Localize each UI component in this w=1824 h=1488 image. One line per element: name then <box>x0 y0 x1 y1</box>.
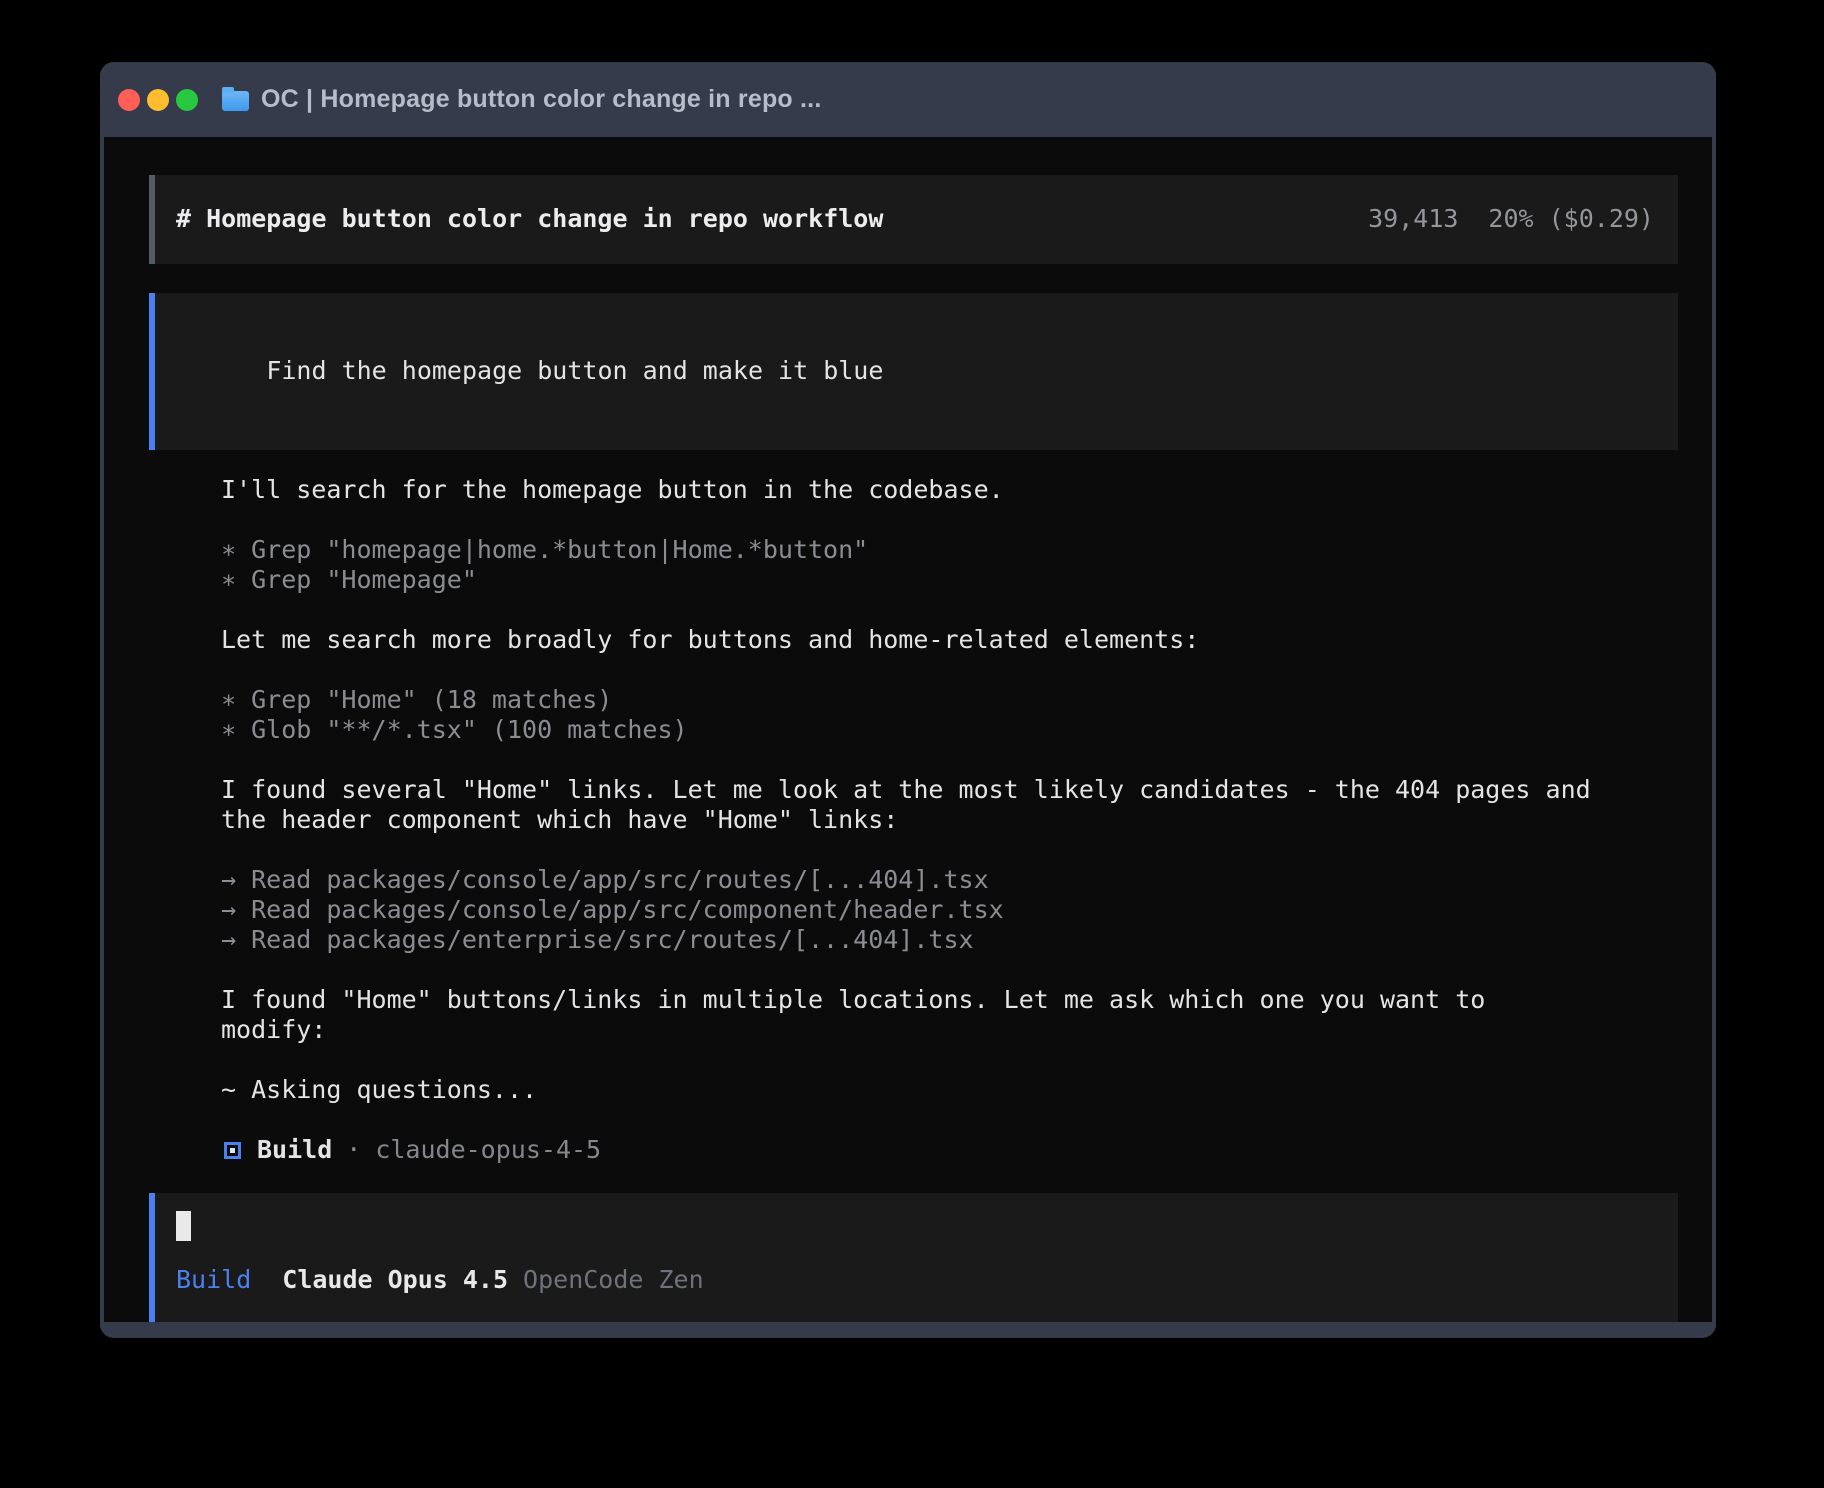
composer-provider: OpenCode Zen <box>523 1265 704 1295</box>
minimize-button[interactable] <box>147 89 169 111</box>
agent-name: Build <box>257 1135 332 1165</box>
conversation-line <box>221 595 1600 625</box>
conversation-line: I'll search for the homepage button in t… <box>221 475 1600 505</box>
conversation-line <box>221 655 1600 685</box>
desktop: { "window": { "title": "OC | Homepage bu… <box>0 0 1824 1488</box>
conversation-line <box>221 505 1600 535</box>
agent-model: claude-opus-4-5 <box>375 1135 601 1165</box>
titlebar-title-group: OC | Homepage button color change in rep… <box>222 85 821 114</box>
terminal-content: # Homepage button color change in repo w… <box>104 137 1712 1322</box>
terminal-window: OC | Homepage button color change in rep… <box>100 62 1716 1338</box>
composer-mode: Build <box>176 1265 251 1295</box>
agent-status-row: Build · claude-opus-4-5 <box>221 1135 1712 1165</box>
agent-separator: · <box>346 1135 361 1165</box>
conversation-line: ∗ Glob "**/*.tsx" (100 matches) <box>221 715 1600 745</box>
conversation-line: I found "Home" buttons/links in multiple… <box>221 985 1600 1045</box>
token-count: 39,413 <box>1368 204 1458 233</box>
agent-icon <box>224 1142 241 1159</box>
text-cursor <box>176 1211 191 1241</box>
user-message-text: Find the homepage button and make it blu… <box>266 356 883 385</box>
conversation-line: ∗ Grep "Home" (18 matches) <box>221 685 1600 715</box>
context-usage: 20% ($0.29) <box>1488 204 1654 233</box>
conversation-line <box>221 1045 1600 1075</box>
window-title: OC | Homepage button color change in rep… <box>261 85 821 114</box>
composer-meta: Build Claude Opus 4.5 OpenCode Zen <box>176 1265 1654 1295</box>
close-button[interactable] <box>118 89 140 111</box>
composer-input[interactable]: Build Claude Opus 4.5 OpenCode Zen <box>149 1193 1678 1322</box>
traffic-lights <box>118 89 198 111</box>
session-header: # Homepage button color change in repo w… <box>149 175 1678 264</box>
conversation-line <box>221 955 1600 985</box>
window-footer <box>100 1322 1716 1338</box>
conversation-line: → Read packages/enterprise/src/routes/[.… <box>221 925 1600 955</box>
conversation-line <box>221 745 1600 775</box>
conversation-line: Let me search more broadly for buttons a… <box>221 625 1600 655</box>
folder-icon <box>222 91 249 111</box>
conversation-line <box>221 835 1600 865</box>
session-title: # Homepage button color change in repo w… <box>176 204 883 234</box>
conversation-line: ∗ Grep "Homepage" <box>221 565 1600 595</box>
user-message: Find the homepage button and make it blu… <box>149 293 1678 450</box>
conversation-line: → Read packages/console/app/src/routes/[… <box>221 865 1600 895</box>
window-titlebar[interactable]: OC | Homepage button color change in rep… <box>100 62 1716 137</box>
composer-model: Claude Opus 4.5 <box>282 1265 508 1295</box>
conversation-line <box>221 1105 1600 1135</box>
conversation-line: ~ Asking questions... <box>221 1075 1600 1105</box>
zoom-button[interactable] <box>176 89 198 111</box>
conversation-line: ∗ Grep "homepage|home.*button|Home.*butt… <box>221 535 1600 565</box>
session-usage: 39,413 20% ($0.29) <box>1368 204 1654 234</box>
conversation-line: → Read packages/console/app/src/componen… <box>221 895 1600 925</box>
conversation-line: I found several "Home" links. Let me loo… <box>221 775 1600 835</box>
conversation: I'll search for the homepage button in t… <box>221 475 1600 1135</box>
